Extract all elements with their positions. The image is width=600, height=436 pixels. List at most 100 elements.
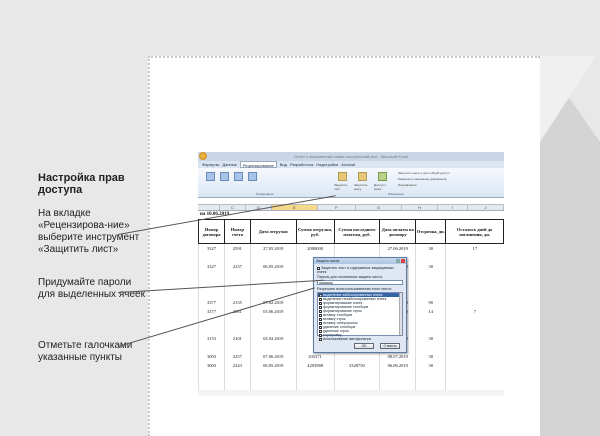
- table-cell[interactable]: [249, 270, 297, 280]
- table-cell[interactable]: [415, 315, 446, 325]
- table-cell[interactable]: [198, 270, 225, 280]
- col-header[interactable]: J: [468, 205, 504, 210]
- delete-comment-icon[interactable]: [220, 172, 229, 181]
- share-book-button[interactable]: Доступ к книге: [374, 183, 394, 191]
- table-cell[interactable]: [379, 369, 416, 379]
- new-comment-icon[interactable]: [206, 172, 215, 181]
- table-cell[interactable]: [198, 288, 225, 298]
- table-cell[interactable]: [223, 378, 251, 388]
- tab-review[interactable]: Рецензирование: [239, 161, 277, 168]
- help-icon[interactable]: [396, 259, 400, 263]
- table-cell[interactable]: [198, 369, 225, 379]
- col-header[interactable]: G: [356, 205, 402, 210]
- table-cell[interactable]: [249, 252, 297, 262]
- table-cell[interactable]: [445, 351, 504, 361]
- table-cell[interactable]: [415, 324, 446, 334]
- table-cell[interactable]: [415, 378, 446, 388]
- password-input[interactable]: •••••••••••••••: [317, 280, 403, 285]
- tab-addins[interactable]: Надстройки: [316, 161, 338, 168]
- table-cell[interactable]: [445, 378, 504, 388]
- table-cell[interactable]: [249, 324, 297, 334]
- protect-share-button[interactable]: Защитить книгу и дать общий доступ: [398, 171, 498, 175]
- table-cell[interactable]: [223, 369, 251, 379]
- table-cell[interactable]: [333, 369, 380, 379]
- table-cell[interactable]: [223, 324, 251, 334]
- tab-view[interactable]: Вид: [280, 161, 287, 168]
- tab-developer[interactable]: Разработчик: [290, 161, 313, 168]
- table-cell[interactable]: 27.05.2019: [249, 243, 297, 253]
- table-cell[interactable]: [223, 342, 251, 352]
- table-cell[interactable]: [223, 270, 251, 280]
- table-cell[interactable]: [198, 378, 225, 388]
- table-cell[interactable]: 3003: [198, 351, 225, 361]
- table-cell[interactable]: [445, 261, 504, 271]
- ok-button[interactable]: ОК: [354, 343, 374, 349]
- table-cell[interactable]: [415, 369, 446, 379]
- cancel-button[interactable]: Отмена: [380, 343, 400, 349]
- tab-formulas[interactable]: Формулы: [202, 161, 219, 168]
- office-button[interactable]: [199, 152, 207, 160]
- table-cell[interactable]: [445, 342, 504, 352]
- table-cell[interactable]: 3327: [198, 243, 225, 253]
- table-cell[interactable]: 3153: [198, 333, 225, 343]
- table-cell[interactable]: [445, 252, 504, 262]
- table-cell[interactable]: 30: [415, 243, 446, 253]
- table-cell[interactable]: [445, 288, 504, 298]
- table-cell[interactable]: [445, 297, 504, 307]
- protect-sheet-button[interactable]: Защитить лист: [334, 183, 354, 191]
- table-cell[interactable]: 2000000: [295, 243, 335, 253]
- protect-book-button[interactable]: Защитить книгу: [354, 183, 374, 191]
- table-cell[interactable]: 4203988: [295, 360, 335, 370]
- permission-item[interactable]: использование автофильтра: [318, 337, 402, 341]
- table-cell[interactable]: 17: [445, 243, 504, 253]
- table-cell[interactable]: [445, 333, 504, 343]
- formula-bar[interactable]: [198, 198, 504, 205]
- table-cell[interactable]: [415, 279, 446, 289]
- prev-comment-icon[interactable]: [234, 172, 243, 181]
- table-cell[interactable]: 30: [415, 333, 446, 343]
- table-cell[interactable]: 2135: [223, 297, 251, 307]
- table-cell[interactable]: 06.06.2019: [379, 360, 416, 370]
- table-cell[interactable]: 27.06.2019: [379, 243, 416, 253]
- table-cell[interactable]: 3003: [198, 360, 225, 370]
- protect-sheet-icon[interactable]: [338, 172, 347, 181]
- table-cell[interactable]: [249, 288, 297, 298]
- table-cell[interactable]: 04.02.2019: [249, 333, 297, 343]
- table-cell[interactable]: [223, 252, 251, 262]
- table-cell[interactable]: 30: [415, 360, 446, 370]
- table-cell[interactable]: [295, 369, 335, 379]
- protect-check-row[interactable]: ✓Защитить лист и содержимое защищаемых я…: [314, 264, 406, 274]
- table-cell[interactable]: [445, 279, 504, 289]
- table-cell[interactable]: [249, 378, 297, 388]
- table-cell[interactable]: 30: [415, 351, 446, 361]
- permissions-list[interactable]: ✓выделение заблокированных ячеек ✓выделен…: [317, 292, 403, 341]
- table-cell[interactable]: 2101: [223, 333, 251, 343]
- table-cell[interactable]: 90: [415, 297, 446, 307]
- table-cell[interactable]: [249, 342, 297, 352]
- table-cell[interactable]: 2591: [223, 243, 251, 253]
- permission-checkbox[interactable]: [319, 337, 322, 341]
- tab-acrobat[interactable]: Acrobat: [341, 161, 355, 168]
- table-cell[interactable]: 3328750: [333, 360, 380, 370]
- table-cell[interactable]: [249, 315, 297, 325]
- col-header[interactable]: F: [318, 205, 356, 210]
- table-cell[interactable]: [333, 243, 380, 253]
- table-cell[interactable]: 06.05.2019: [249, 261, 297, 271]
- col-header[interactable]: C: [220, 205, 246, 210]
- share-book-icon[interactable]: [378, 172, 387, 181]
- table-cell[interactable]: [445, 270, 504, 280]
- track-changes-button[interactable]: Исправления: [398, 183, 498, 187]
- table-cell[interactable]: [445, 324, 504, 334]
- table-cell[interactable]: 30: [415, 261, 446, 271]
- table-cell[interactable]: [415, 270, 446, 280]
- table-cell[interactable]: 14: [415, 306, 446, 316]
- table-cell[interactable]: [415, 342, 446, 352]
- table-cell[interactable]: [445, 360, 504, 370]
- list-scrollbar[interactable]: [399, 293, 402, 335]
- table-cell[interactable]: 06.05.2019: [249, 360, 297, 370]
- table-cell[interactable]: [333, 378, 380, 388]
- table-cell[interactable]: 2257: [223, 351, 251, 361]
- table-cell[interactable]: 7: [445, 306, 504, 316]
- table-cell[interactable]: [223, 288, 251, 298]
- table-cell[interactable]: [249, 369, 297, 379]
